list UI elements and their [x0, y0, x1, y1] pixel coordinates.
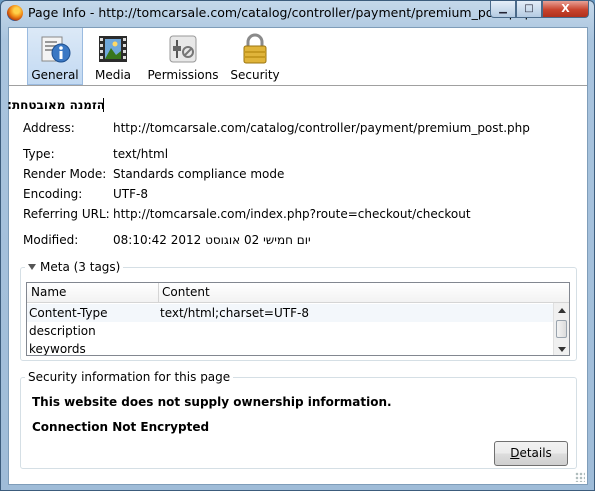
- window-title: Page Info - http://tomcarsale.com/catalo…: [28, 5, 533, 20]
- tab-security[interactable]: Security: [229, 28, 281, 85]
- type-label: Type:: [23, 147, 55, 161]
- meta-legend[interactable]: Meta (3 tags): [25, 260, 124, 274]
- tab-media-label: Media: [94, 68, 132, 82]
- meta-tree-header: Name Content: [27, 283, 569, 303]
- text-cursor: [103, 98, 104, 112]
- twisty-expanded-icon[interactable]: [28, 263, 36, 270]
- general-info-icon: [41, 36, 71, 63]
- tab-permissions[interactable]: Permissions: [147, 28, 219, 85]
- ownership-info: This website does not supply ownership i…: [32, 395, 392, 409]
- media-icon: [99, 36, 127, 62]
- tab-toolbar: General Media Permissions Security: [9, 28, 587, 86]
- tab-media[interactable]: Media: [91, 28, 135, 85]
- encoding-label: Encoding:: [23, 187, 83, 201]
- type-value[interactable]: text/html: [113, 147, 168, 161]
- page-info-window: Page Info - http://tomcarsale.com/catalo…: [0, 0, 595, 491]
- minimize-icon: ▁: [499, 3, 507, 14]
- render-mode-value[interactable]: Standards compliance mode: [113, 167, 284, 181]
- maximize-button[interactable]: □: [516, 1, 542, 18]
- scroll-up-icon[interactable]: [558, 308, 566, 313]
- tab-general-label: General: [31, 68, 79, 82]
- modified-label: Modified:: [23, 233, 79, 247]
- modified-value[interactable]: יום חמישי 02 אוגוסט 2012 08:10:42: [113, 233, 311, 247]
- connection-status: Connection Not Encrypted: [32, 420, 210, 434]
- meta-name-cell: description: [29, 324, 96, 338]
- tab-general[interactable]: General: [27, 28, 83, 85]
- details-button[interactable]: Details: [494, 441, 568, 466]
- column-splitter[interactable]: [158, 283, 159, 303]
- meta-content-cell: text/html;charset=UTF-8: [160, 306, 309, 320]
- column-name-header[interactable]: Name: [31, 285, 66, 299]
- maximize-icon: □: [524, 3, 534, 14]
- permissions-icon: [169, 35, 197, 63]
- meta-tree[interactable]: Name Content Content-Type text/html;char…: [26, 282, 570, 356]
- referring-url-label: Referring URL:: [23, 207, 110, 221]
- table-row[interactable]: keywords: [27, 340, 555, 356]
- referring-url-value[interactable]: http://tomcarsale.com/index.php?route=ch…: [113, 207, 471, 221]
- close-icon: X: [561, 2, 570, 15]
- encoding-value[interactable]: UTF-8: [113, 187, 148, 201]
- tab-security-label: Security: [230, 68, 280, 82]
- column-content-header[interactable]: Content: [162, 285, 210, 299]
- page-title[interactable]: הזמנה מאובטחת:: [7, 98, 105, 112]
- table-row[interactable]: description: [27, 322, 555, 340]
- address-label: Address:: [23, 121, 75, 135]
- table-row[interactable]: Content-Type text/html;charset=UTF-8: [27, 304, 555, 322]
- scroll-down-icon[interactable]: [558, 347, 566, 352]
- meta-scrollbar[interactable]: [553, 303, 569, 355]
- security-legend: Security information for this page: [25, 370, 234, 384]
- firefox-icon: [7, 5, 23, 21]
- meta-name-cell: keywords: [29, 342, 86, 356]
- close-button[interactable]: X: [542, 1, 589, 18]
- title-bar[interactable]: Page Info - http://tomcarsale.com/catalo…: [1, 1, 594, 25]
- dialog-content: General Media Permissions Security הזמנה…: [7, 27, 588, 485]
- render-mode-label: Render Mode:: [23, 167, 107, 181]
- meta-legend-label: Meta (3 tags): [40, 260, 121, 274]
- tab-permissions-label: Permissions: [147, 68, 219, 82]
- resize-grip-icon[interactable]: [575, 472, 585, 482]
- scroll-thumb[interactable]: [556, 320, 567, 338]
- minimize-button[interactable]: ▁: [490, 1, 516, 18]
- details-button-label: etails: [519, 446, 552, 460]
- meta-name-cell: Content-Type: [29, 306, 108, 320]
- lock-icon: [243, 33, 267, 64]
- address-value[interactable]: http://tomcarsale.com/catalog/controller…: [113, 121, 530, 135]
